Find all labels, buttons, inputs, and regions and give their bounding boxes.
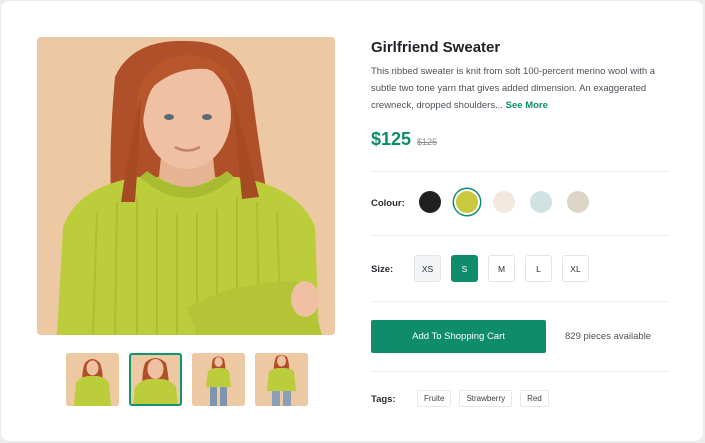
size-option-xl[interactable]: XL (562, 255, 589, 282)
original-price: $125 (417, 137, 438, 147)
thumbnail-4[interactable] (255, 353, 308, 406)
thumbnail-1[interactable] (66, 353, 119, 406)
stock-availability: 829 pieces available (565, 331, 652, 342)
thumbnail-strip (66, 353, 308, 406)
product-card: Girlfriend Sweater This ribbed sweater i… (1, 1, 703, 441)
tag-chip[interactable]: Red (520, 390, 549, 407)
size-options: XS S M L XL (414, 255, 589, 282)
colour-swatch-black[interactable] (419, 191, 441, 213)
colour-swatch-cream[interactable] (493, 191, 515, 213)
main-product-image (37, 37, 335, 335)
tag-list: Fruite Strawberry Red (417, 390, 549, 407)
size-option-m[interactable]: M (488, 255, 515, 282)
price-row: $125 $125 (371, 129, 437, 150)
tags-label: Tags: (371, 394, 396, 405)
size-option-l[interactable]: L (525, 255, 552, 282)
thumbnail-3[interactable] (192, 353, 245, 406)
size-option-s[interactable]: S (451, 255, 478, 282)
colour-label: Colour: (371, 198, 405, 209)
colour-swatches (419, 191, 589, 213)
colour-swatch-beige[interactable] (567, 191, 589, 213)
colour-swatch-lime[interactable] (456, 191, 478, 213)
see-more-link[interactable]: See More (506, 100, 548, 111)
product-title: Girlfriend Sweater (371, 39, 501, 56)
colour-swatch-mint[interactable] (530, 191, 552, 213)
add-to-cart-button[interactable]: Add To Shopping Cart (371, 320, 546, 353)
tag-chip[interactable]: Strawberry (459, 390, 513, 407)
divider (371, 301, 669, 302)
divider (371, 371, 669, 372)
size-label: Size: (371, 264, 394, 275)
divider (371, 171, 669, 172)
tag-chip[interactable]: Fruite (417, 390, 452, 407)
thumbnail-2[interactable] (129, 353, 182, 406)
size-option-xs[interactable]: XS (414, 255, 441, 282)
current-price: $125 (371, 129, 412, 149)
product-description: This ribbed sweater is knit from soft 10… (371, 63, 661, 114)
divider (371, 235, 669, 236)
